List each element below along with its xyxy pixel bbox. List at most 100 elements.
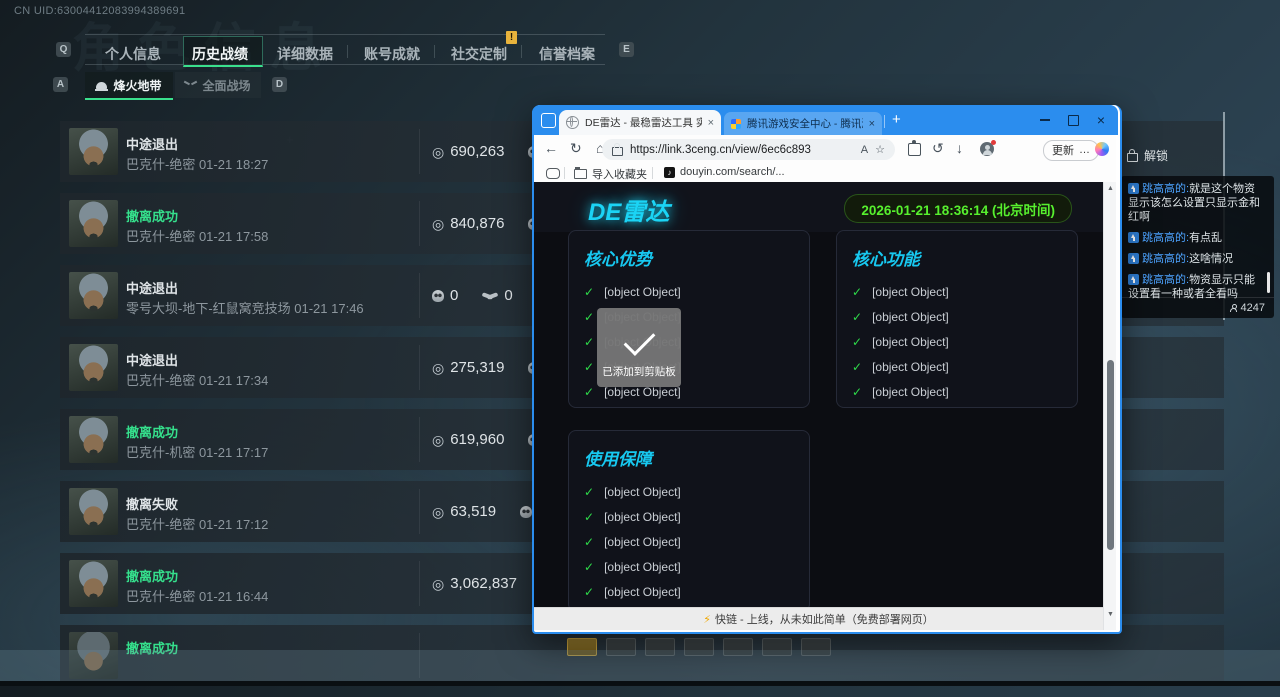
feature-item: ✓ [object Object] xyxy=(852,329,1069,354)
stat-value: 0 xyxy=(504,287,512,304)
bookmark-douyin[interactable]: ♪ douyin.com/search/... xyxy=(664,166,785,178)
browser-window: DE雷达 - 最稳雷达工具 实力开发 × 腾讯游戏安全中心 - 腾讯游戏 × +… xyxy=(532,105,1122,634)
close-tab-icon[interactable]: × xyxy=(708,117,714,129)
chat-message: 跳高高的:就是这个物资显示该怎么设置只显示金和红啊 xyxy=(1128,182,1264,224)
bookmark-import[interactable]: 导入收藏夹 xyxy=(574,166,647,182)
game-tab[interactable]: 历史战绩 xyxy=(192,44,248,64)
notification-dot xyxy=(991,140,996,145)
new-tab-button[interactable]: + xyxy=(892,111,901,128)
bookmark-label: 导入收藏夹 xyxy=(592,166,647,182)
feature-item: ✓ [object Object] xyxy=(584,554,801,579)
feature-card: 核心功能 ✓ [object Object] ✓ [object Object] xyxy=(836,230,1078,408)
https-lock-icon xyxy=(612,147,623,156)
maximize-button[interactable] xyxy=(1060,105,1086,135)
feature-text: [object Object] xyxy=(604,285,681,299)
match-stat: 63,519 xyxy=(432,503,496,520)
scroll-up-icon[interactable]: ▲ xyxy=(1104,185,1117,192)
game-tab[interactable]: 详细数据 xyxy=(277,44,333,64)
chat-scrollbar-thumb[interactable] xyxy=(1267,272,1270,293)
sidebar-icon[interactable] xyxy=(546,168,560,179)
favorite-star-icon[interactable]: ☆ xyxy=(875,143,885,156)
row-divider xyxy=(419,273,420,318)
match-map-time: 巴克什-机密 01-21 17:17 xyxy=(126,442,268,461)
browser-tab-active[interactable]: DE雷达 - 最稳雷达工具 实力开发 × xyxy=(559,110,721,135)
game-tab[interactable]: 账号成就 xyxy=(364,44,420,64)
key-hint-e: E xyxy=(619,42,634,57)
row-divider xyxy=(419,561,420,606)
feature-text: [object Object] xyxy=(872,385,949,399)
match-map-time: 巴克什-绝密 01-21 17:58 xyxy=(126,226,268,245)
feature-text: [object Object] xyxy=(604,510,681,524)
match-stat: 275,319 xyxy=(432,359,504,376)
subtab-battlefield[interactable]: 全面战场 xyxy=(175,72,261,98)
tab-separator xyxy=(434,45,435,58)
page-scrollbar[interactable]: ▲ ▼ xyxy=(1103,182,1116,630)
extensions-icon[interactable] xyxy=(908,143,921,156)
copilot-icon[interactable] xyxy=(1095,142,1109,156)
feature-text: [object Object] xyxy=(872,285,949,299)
feature-text: [object Object] xyxy=(604,560,681,574)
feature-text: [object Object] xyxy=(604,585,681,599)
unlock-control[interactable]: 解锁 xyxy=(1127,147,1168,164)
close-tab-icon[interactable]: × xyxy=(869,118,875,130)
stat-value: 63,519 xyxy=(450,503,496,520)
history-icon[interactable]: ↺ xyxy=(932,140,944,157)
feature-item: ✓ [object Object] xyxy=(584,279,801,304)
bolt-icon: ⚡ xyxy=(703,613,711,626)
url-text[interactable]: https://link.3ceng.cn/view/6ec6c893 xyxy=(630,144,854,156)
chat-username: 跳高高的: xyxy=(1142,183,1189,195)
stat-icon xyxy=(520,506,532,518)
unlock-label: 解锁 xyxy=(1144,147,1168,164)
stat-value: 3,062,837 xyxy=(450,575,517,592)
fan-badge-icon xyxy=(1128,183,1139,194)
game-tab[interactable]: 个人信息 xyxy=(105,44,161,64)
bottom-overlay-band xyxy=(0,650,1280,681)
read-aloud-icon[interactable]: A xyxy=(861,144,868,156)
back-button[interactable]: ← xyxy=(544,140,558,156)
tab-separator xyxy=(347,45,348,58)
game-tab[interactable]: 社交定制 xyxy=(451,44,507,64)
match-stat: 619,960 xyxy=(432,431,504,448)
close-window-button[interactable]: × xyxy=(1088,105,1114,135)
feature-item: ✓ [object Object] xyxy=(852,354,1069,379)
tab-list-icon[interactable] xyxy=(541,113,556,128)
wings-icon xyxy=(185,81,196,89)
game-tab[interactable]: 信誉档案 xyxy=(539,44,595,64)
lock-icon xyxy=(1127,153,1138,162)
page-header: DE雷达 2026-01-21 18:36:14 (北京时间) xyxy=(534,182,1103,232)
stat-icon xyxy=(432,361,444,375)
row-divider xyxy=(419,345,420,390)
subtab-label: 烽火地带 xyxy=(113,77,161,94)
chat-username: 跳高高的: xyxy=(1142,232,1189,244)
feature-text: [object Object] xyxy=(872,360,949,374)
minimize-button[interactable] xyxy=(1032,105,1058,135)
stat-icon xyxy=(432,217,444,231)
chat-username: 跳高高的: xyxy=(1142,253,1189,265)
browser-titlebar[interactable]: DE雷达 - 最稳雷达工具 实力开发 × 腾讯游戏安全中心 - 腾讯游戏 × +… xyxy=(532,105,1118,135)
refresh-button[interactable]: ↻ xyxy=(570,140,582,157)
match-map-time: 巴克什-绝密 01-21 17:34 xyxy=(126,370,268,389)
card-title: 核心优势 xyxy=(584,245,652,270)
match-stat: 3,062,837 xyxy=(432,575,517,592)
avatar xyxy=(69,200,118,247)
page-footer[interactable]: ⚡ 快链 - 上线，从未如此简单（免费部署网页） xyxy=(534,607,1103,630)
browser-tab-inactive[interactable]: 腾讯游戏安全中心 - 腾讯游戏 × xyxy=(724,112,882,135)
chat-text: 有点乱 xyxy=(1189,232,1222,244)
check-icon: ✓ xyxy=(584,335,594,349)
tab-title: DE雷达 - 最稳雷达工具 实力开发 xyxy=(585,115,702,130)
scroll-down-icon[interactable]: ▼ xyxy=(1104,611,1117,618)
subtab-firefield[interactable]: 烽火地带 xyxy=(85,72,173,100)
scrollbar-thumb[interactable] xyxy=(1107,360,1114,550)
address-bar[interactable]: https://link.3ceng.cn/view/6ec6c893 A ☆ xyxy=(602,139,895,160)
person-icon xyxy=(1230,304,1237,312)
stat-icon xyxy=(432,505,444,519)
tab-separator xyxy=(521,45,522,58)
chat-username: 跳高高的: xyxy=(1142,274,1189,286)
download-icon[interactable]: ↓ xyxy=(956,140,963,156)
update-button[interactable]: 更新 … xyxy=(1043,140,1099,161)
helmet-icon xyxy=(96,82,107,89)
bookmarks-bar: 导入收藏夹 ♪ douyin.com/search/... xyxy=(534,164,1116,183)
key-hint-d: D xyxy=(272,77,287,92)
feature-item: ✓ [object Object] xyxy=(584,504,801,529)
toast-check-icon xyxy=(624,324,656,356)
